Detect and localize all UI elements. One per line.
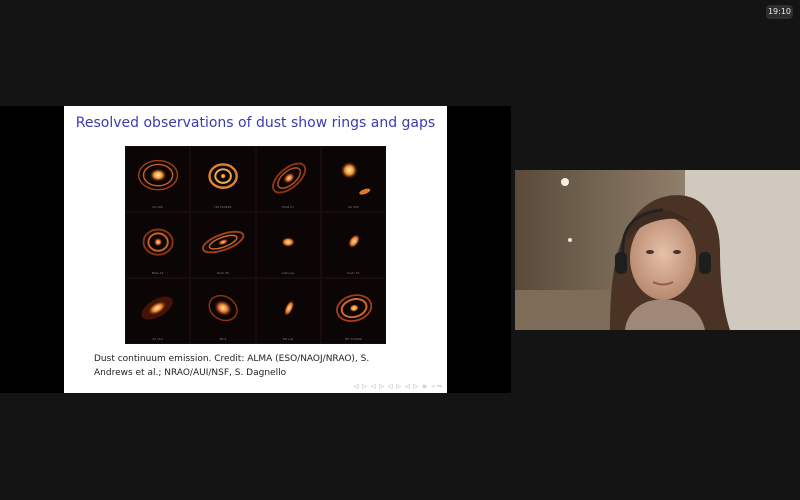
caption-line: Dust continuum emission. Credit: ALMA (E… [94,354,370,364]
beamer-navigation-icons[interactable]: ◁ ▷ ◁ ▷ ◁ ▷ ◁ ▷ ≡ ∽∾ [354,383,443,390]
disk-image: HD 163296 [190,146,256,212]
clock-badge: 19:10 [766,5,793,19]
disk-image: DoAr 25 [190,212,256,278]
disk-label: DoAr 33 [347,271,360,275]
disk-image: Sz 114 [125,278,191,344]
disk-image: GW Lup [255,212,321,278]
screen-share-panel: Resolved observations of dust show rings… [0,106,511,393]
slide-caption: Dust continuum emission. Credit: ALMA (E… [94,352,424,380]
disk-label: SR 4 [219,337,227,341]
webcam-frame [515,170,800,330]
disk-label: Elias 27 [282,205,294,209]
disk-image: AS 209 [125,146,191,212]
disk-image: DoAr 33 [320,212,386,278]
disk-label: Sz 114 [152,337,163,341]
disk-label: HD 143006 [344,337,362,341]
caption-line: Andrews et al.; NRAO/AUI/NSF, S. Dagnell… [94,368,287,378]
disk-image-grid: AS 209 HD 163296 Elias 27 AS 205 Elias 2… [125,146,386,344]
disk-image: Elias 27 [255,146,321,212]
speaker-video-tile[interactable] [515,170,800,330]
disk-label: RU Lup [282,337,294,341]
disk-image: SR 4 [190,278,256,344]
disk-label: Elias 24 [151,271,164,275]
slide-title: Resolved observations of dust show rings… [75,115,436,131]
disk-image: HD 143006 [320,278,386,344]
disk-label: AS 205 [348,205,359,209]
disk-image: AS 205 [320,146,386,212]
disk-label: DoAr 25 [216,271,229,275]
disk-label: AS 209 [152,205,163,209]
disk-image: RU Lup [255,278,321,344]
disk-image: Elias 24 [125,212,191,278]
disk-label: HD 163296 [214,205,232,209]
presentation-slide: Resolved observations of dust show rings… [64,106,447,393]
disk-label: GW Lup [282,271,294,275]
